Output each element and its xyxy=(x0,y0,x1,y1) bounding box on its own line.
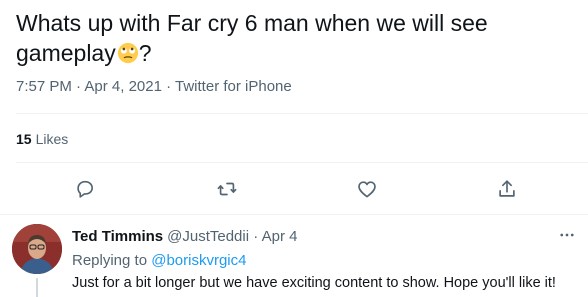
reply-icon xyxy=(74,178,96,200)
tweet-meta: 7:57 PM · Apr 4, 2021 · Twitter for iPho… xyxy=(16,78,292,95)
reply-button[interactable] xyxy=(72,176,98,202)
thread-line xyxy=(36,278,38,297)
reply-text: Just for a bit longer but we have exciti… xyxy=(72,275,556,291)
tweet-date[interactable]: Apr 4, 2021 xyxy=(84,78,162,95)
more-icon xyxy=(558,226,576,244)
reply-time[interactable]: Apr 4 xyxy=(262,228,298,245)
avatar[interactable] xyxy=(12,224,62,274)
retweet-icon xyxy=(216,178,238,200)
tweet-text-question-mark: ? xyxy=(138,40,152,66)
divider xyxy=(16,162,588,163)
tweet-text: Whats up with Far cry 6 man when we will… xyxy=(16,8,576,68)
tweet-text-line-2: gameplay? xyxy=(16,38,576,68)
retweet-button[interactable] xyxy=(214,176,240,202)
likes-label: Likes xyxy=(35,131,69,147)
share-button[interactable] xyxy=(494,176,520,202)
meta-separator: · xyxy=(71,78,85,95)
reply-separator: · xyxy=(249,228,262,245)
like-button[interactable] xyxy=(354,176,380,202)
likes-count: 15 xyxy=(16,131,32,147)
replying-to: Replying to @boriskvrgic4 xyxy=(72,252,246,269)
replying-to-mention[interactable]: @boriskvrgic4 xyxy=(151,252,246,269)
replying-to-label: Replying to xyxy=(72,252,152,269)
likes-stat[interactable]: 15 Likes xyxy=(16,131,68,147)
tweet-source[interactable]: Twitter for iPhone xyxy=(175,78,292,95)
reply-author-name[interactable]: Ted Timmins xyxy=(72,228,163,245)
divider xyxy=(16,113,588,114)
tweet-text-line-1: Whats up with Far cry 6 man when we will… xyxy=(16,10,488,36)
heart-icon xyxy=(356,178,378,200)
reply-author-handle[interactable]: @JustTeddii xyxy=(167,228,249,245)
tweet-time[interactable]: 7:57 PM xyxy=(16,78,72,95)
rolling-eyes-emoji-icon xyxy=(117,41,139,64)
more-options-button[interactable] xyxy=(556,224,578,246)
divider xyxy=(0,214,588,215)
tweet-text-gameplay: gameplay xyxy=(16,40,116,66)
meta-separator: · xyxy=(161,78,176,95)
share-icon xyxy=(496,178,518,200)
reply-header: Ted Timmins @JustTeddii · Apr 4 xyxy=(72,228,297,245)
